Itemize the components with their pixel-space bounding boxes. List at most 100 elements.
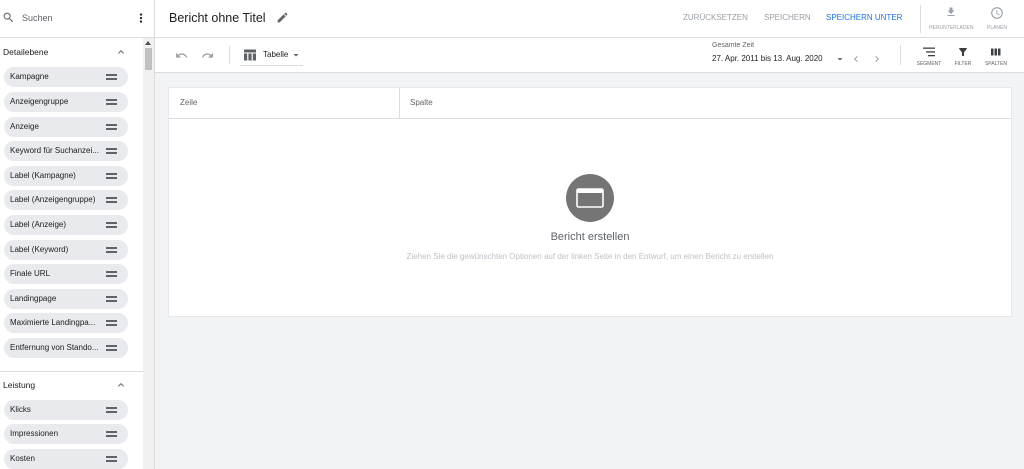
section-title: Leistung: [3, 380, 36, 390]
chip-label: Entfernung von Stando...: [10, 343, 99, 352]
edit-icon[interactable]: [276, 11, 289, 24]
save-button[interactable]: SPEICHERN: [764, 13, 811, 23]
schedule-icon: [990, 6, 1004, 20]
chip-label: Kampagne: [10, 72, 49, 81]
filter-button[interactable]: FILTER: [948, 38, 978, 72]
report-editor: Detailebene Kampagne Anzeigengruppe Anze…: [0, 0, 1024, 469]
section-header-leistung[interactable]: Leistung: [0, 375, 143, 395]
chip-label: Label (Kampagne): [10, 171, 76, 180]
chip-label: Klicks: [10, 405, 31, 414]
report-title[interactable]: Bericht ohne Titel: [169, 9, 266, 27]
dropdown-arrow-icon: [290, 49, 302, 61]
drag-handle-icon[interactable]: [106, 197, 117, 203]
undo-icon[interactable]: [175, 49, 188, 62]
table-header: Zeile Spalte: [169, 88, 1011, 119]
field-chip-keyword[interactable]: Keyword für Suchanzei...: [4, 141, 128, 161]
section-title: Detailebene: [3, 47, 49, 57]
drag-handle-icon[interactable]: [106, 407, 117, 413]
field-chip-maximierte-landingpage[interactable]: Maximierte Landingpa...: [4, 313, 128, 333]
drag-handle-icon[interactable]: [106, 431, 117, 437]
field-chip-landingpage[interactable]: Landingpage: [4, 289, 128, 309]
field-chip-anzeige[interactable]: Anzeige: [4, 117, 128, 137]
chip-label: Anzeige: [10, 122, 39, 131]
drag-handle-icon[interactable]: [106, 456, 117, 462]
section-header-detailebene[interactable]: Detailebene: [0, 42, 143, 62]
date-range-picker[interactable]: Gesamte Zeit 27. Apr. 2011 bis 13. Aug. …: [712, 38, 830, 72]
empty-state-hint: Ziehen Sie die gewünschten Optionen auf …: [406, 252, 774, 261]
dropdown-arrow-icon[interactable]: [834, 53, 846, 65]
toolbar-divider: [229, 46, 230, 64]
toolbar-divider: [900, 45, 901, 65]
date-range-value: 27. Apr. 2011 bis 13. Aug. 2020: [712, 54, 823, 63]
chip-label: Label (Anzeigengruppe): [10, 195, 96, 204]
field-chip-label-keyword[interactable]: Label (Keyword): [4, 240, 128, 260]
save-as-button[interactable]: SPEICHERN UNTER: [826, 13, 902, 23]
field-chip-finale-url[interactable]: Finale URL: [4, 264, 128, 284]
segment-button[interactable]: SEGMENT: [914, 38, 944, 72]
search-icon: [2, 11, 15, 24]
drag-handle-icon[interactable]: [106, 345, 117, 351]
drag-handle-icon[interactable]: [106, 74, 117, 80]
chevron-up-icon[interactable]: [115, 379, 127, 391]
schedule-button[interactable]: PLANEN: [975, 0, 1019, 37]
drag-handle-icon[interactable]: [106, 99, 117, 105]
chip-label: Label (Anzeige): [10, 220, 67, 229]
drag-handle-icon[interactable]: [106, 271, 117, 277]
drag-handle-icon[interactable]: [106, 173, 117, 179]
chip-label: Maximierte Landingpa...: [10, 318, 96, 327]
chip-label: Finale URL: [10, 269, 51, 278]
columns-label: SPALTEN: [984, 61, 1008, 67]
drag-handle-icon[interactable]: [106, 247, 117, 253]
chip-label: Impressionen: [10, 429, 59, 438]
chip-label: Anzeigengruppe: [10, 97, 69, 106]
drag-handle-icon[interactable]: [106, 296, 117, 302]
visualization-value: Tabelle: [263, 50, 289, 59]
chip-label: Kosten: [10, 454, 35, 463]
drag-handle-icon[interactable]: [106, 148, 117, 154]
date-range-label: Gesamte Zeit: [712, 42, 755, 49]
scrollbar-thumb[interactable]: [145, 48, 152, 70]
redo-icon[interactable]: [201, 49, 214, 62]
field-chip-label-anzeige[interactable]: Label (Anzeige): [4, 215, 128, 235]
reset-button[interactable]: ZURÜCKSETZEN: [683, 13, 748, 23]
chevron-right-icon[interactable]: [871, 53, 883, 65]
more-vert-icon[interactable]: [134, 11, 148, 25]
columns-icon: [990, 46, 1002, 58]
empty-state-title: Bericht erstellen: [550, 231, 630, 243]
field-chip-kampagne[interactable]: Kampagne: [4, 67, 128, 87]
chip-label: Keyword für Suchanzei...: [10, 146, 99, 155]
header-divider: [920, 5, 921, 33]
field-chip-kosten[interactable]: Kosten: [4, 449, 128, 469]
schedule-label: PLANEN: [986, 25, 1007, 31]
field-chip-label-anzeigengruppe[interactable]: Label (Anzeigengruppe): [4, 190, 128, 210]
drag-handle-icon[interactable]: [106, 124, 117, 130]
segment-label: SEGMENT: [916, 61, 942, 67]
download-button[interactable]: HERUNTERLADEN: [929, 0, 973, 37]
download-icon: [945, 6, 957, 18]
chip-label: Label (Keyword): [10, 245, 69, 254]
filter-icon: [957, 46, 969, 58]
columns-button[interactable]: SPALTEN: [981, 38, 1011, 72]
row-drop-zone[interactable]: Zeile: [180, 88, 197, 118]
drag-handle-icon[interactable]: [106, 222, 117, 228]
chevron-up-icon[interactable]: [115, 46, 127, 58]
chevron-left-icon[interactable]: [850, 53, 862, 65]
field-chip-klicks[interactable]: Klicks: [4, 400, 128, 420]
section-divider: [0, 371, 143, 372]
download-label: HERUNTERLADEN: [929, 25, 974, 31]
sidebar-scrollbar[interactable]: [143, 38, 154, 469]
header-column-divider: [399, 88, 400, 118]
report-window-icon: [566, 174, 614, 222]
field-chip-anzeigengruppe[interactable]: Anzeigengruppe: [4, 92, 128, 112]
chip-label: Landingpage: [10, 294, 57, 303]
scroll-up-arrow-icon[interactable]: [145, 41, 151, 45]
search-input[interactable]: [22, 10, 130, 26]
filter-label: FILTER: [954, 61, 972, 67]
field-chip-entfernung-standort[interactable]: Entfernung von Stando...: [4, 338, 128, 358]
column-drop-zone[interactable]: Spalte: [410, 88, 433, 118]
visualization-select[interactable]: Tabelle: [240, 44, 303, 66]
field-chip-label-kampagne[interactable]: Label (Kampagne): [4, 166, 128, 186]
drag-handle-icon[interactable]: [106, 320, 117, 326]
report-header: Bericht ohne Titel ZURÜCKSETZEN SPEICHER…: [155, 0, 1024, 38]
field-chip-impressionen[interactable]: Impressionen: [4, 424, 128, 444]
